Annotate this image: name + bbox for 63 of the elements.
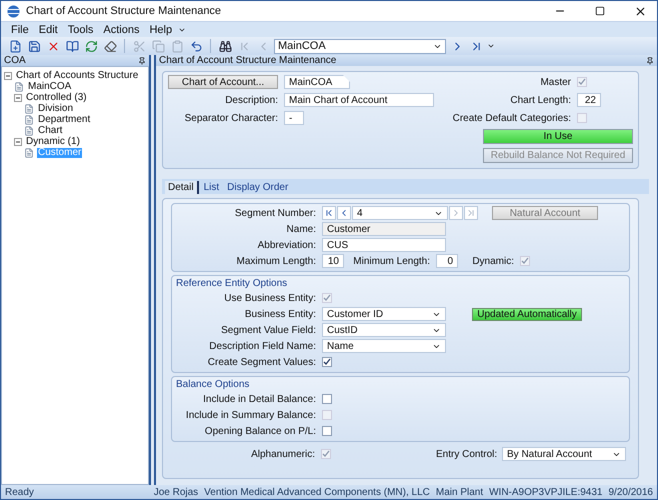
- tree-item[interactable]: Division: [37, 104, 74, 114]
- field-label: Description Field Name:: [208, 340, 316, 352]
- number-field[interactable]: 10: [322, 254, 344, 268]
- field-label: Separator Character:: [184, 112, 278, 124]
- field-label: Entry Control:: [436, 448, 496, 460]
- menu-item[interactable]: Tools: [64, 24, 98, 36]
- window-title: Chart of Account Structure Maintenance: [26, 5, 222, 17]
- status-badge: Updated Automatically: [472, 308, 582, 320]
- text-field[interactable]: CUS: [322, 238, 446, 252]
- tab[interactable]: Display Order: [224, 181, 292, 194]
- status-text: Main Plant: [436, 486, 484, 498]
- field-label: Maximum Length:: [236, 256, 316, 266]
- panel-title: Chart of Account Structure Maintenance: [159, 56, 336, 66]
- menu-item[interactable]: Help: [145, 24, 176, 36]
- chart-field[interactable]: MainCOA: [284, 75, 350, 89]
- menu-item[interactable]: Edit: [34, 24, 62, 36]
- tree-item[interactable]: MainCOA: [27, 82, 72, 92]
- field-label: Description:: [224, 94, 278, 106]
- description-field[interactable]: Main Chart of Account: [284, 93, 434, 107]
- field-label: Segment Value Field:: [220, 324, 316, 336]
- dropdown-field[interactable]: By Natural Account: [502, 447, 626, 461]
- chart-length-field[interactable]: 22: [577, 93, 601, 107]
- status-text: Vention Medical Advanced Components (MN), LLC: [204, 486, 430, 498]
- status-text: Joe Rojas: [154, 486, 198, 498]
- chart-button[interactable]: Chart of Account...: [168, 75, 278, 89]
- panel-title: COA: [4, 56, 26, 66]
- section-title: Balance Options: [176, 379, 250, 390]
- dropdown-field[interactable]: Customer ID: [322, 307, 446, 321]
- field-label: Chart Length:: [510, 94, 571, 106]
- field-label: Include in Summary Balance:: [184, 410, 316, 420]
- record-dropdown[interactable]: MainCOA: [274, 38, 446, 54]
- tree-item[interactable]: Department: [37, 114, 92, 124]
- tree-item[interactable]: Dynamic (1): [25, 136, 81, 146]
- tree-item[interactable]: Controlled (3): [25, 92, 88, 102]
- status-button[interactable]: In Use: [483, 129, 633, 144]
- field-label: Include in Detail Balance:: [202, 394, 316, 404]
- dropdown-field[interactable]: CustID: [322, 323, 446, 337]
- field-label: Use Business Entity:: [223, 292, 316, 304]
- segment-dropdown[interactable]: 4: [352, 206, 448, 220]
- dropdown-field[interactable]: Name: [322, 339, 446, 353]
- field-label: Alphanumeric:: [250, 448, 315, 460]
- field-label: Dynamic:: [471, 256, 514, 266]
- field-label: Master: [540, 76, 571, 88]
- field-label: Opening Balance on P/L:: [204, 426, 316, 436]
- field-label: Segment Number:: [234, 208, 316, 218]
- menu-item[interactable]: File: [7, 24, 33, 36]
- tab[interactable]: List: [200, 181, 222, 194]
- separator-field[interactable]: -: [284, 111, 304, 125]
- tree-item[interactable]: Chart: [37, 126, 64, 136]
- status-text: Ready: [5, 486, 35, 498]
- tree-item[interactable]: Chart of Accounts Structure: [15, 70, 140, 80]
- field-label: Create Default Categories:: [452, 112, 571, 124]
- status-text: 9/20/2016: [608, 486, 653, 498]
- field-label: Name:: [286, 224, 316, 234]
- status-text: WIN-A9OP3VPJILE:9431: [489, 486, 602, 498]
- tab[interactable]: Detail: [165, 181, 199, 194]
- number-field[interactable]: 0: [436, 254, 458, 268]
- field-label: Create Segment Values:: [206, 356, 316, 368]
- field-label: Abbreviation:: [256, 240, 316, 250]
- field-label: Business Entity:: [244, 308, 316, 320]
- section-title: Reference Entity Options: [176, 278, 288, 289]
- menu-item[interactable]: Actions: [99, 24, 144, 36]
- field-label: Minimum Length:: [352, 256, 430, 266]
